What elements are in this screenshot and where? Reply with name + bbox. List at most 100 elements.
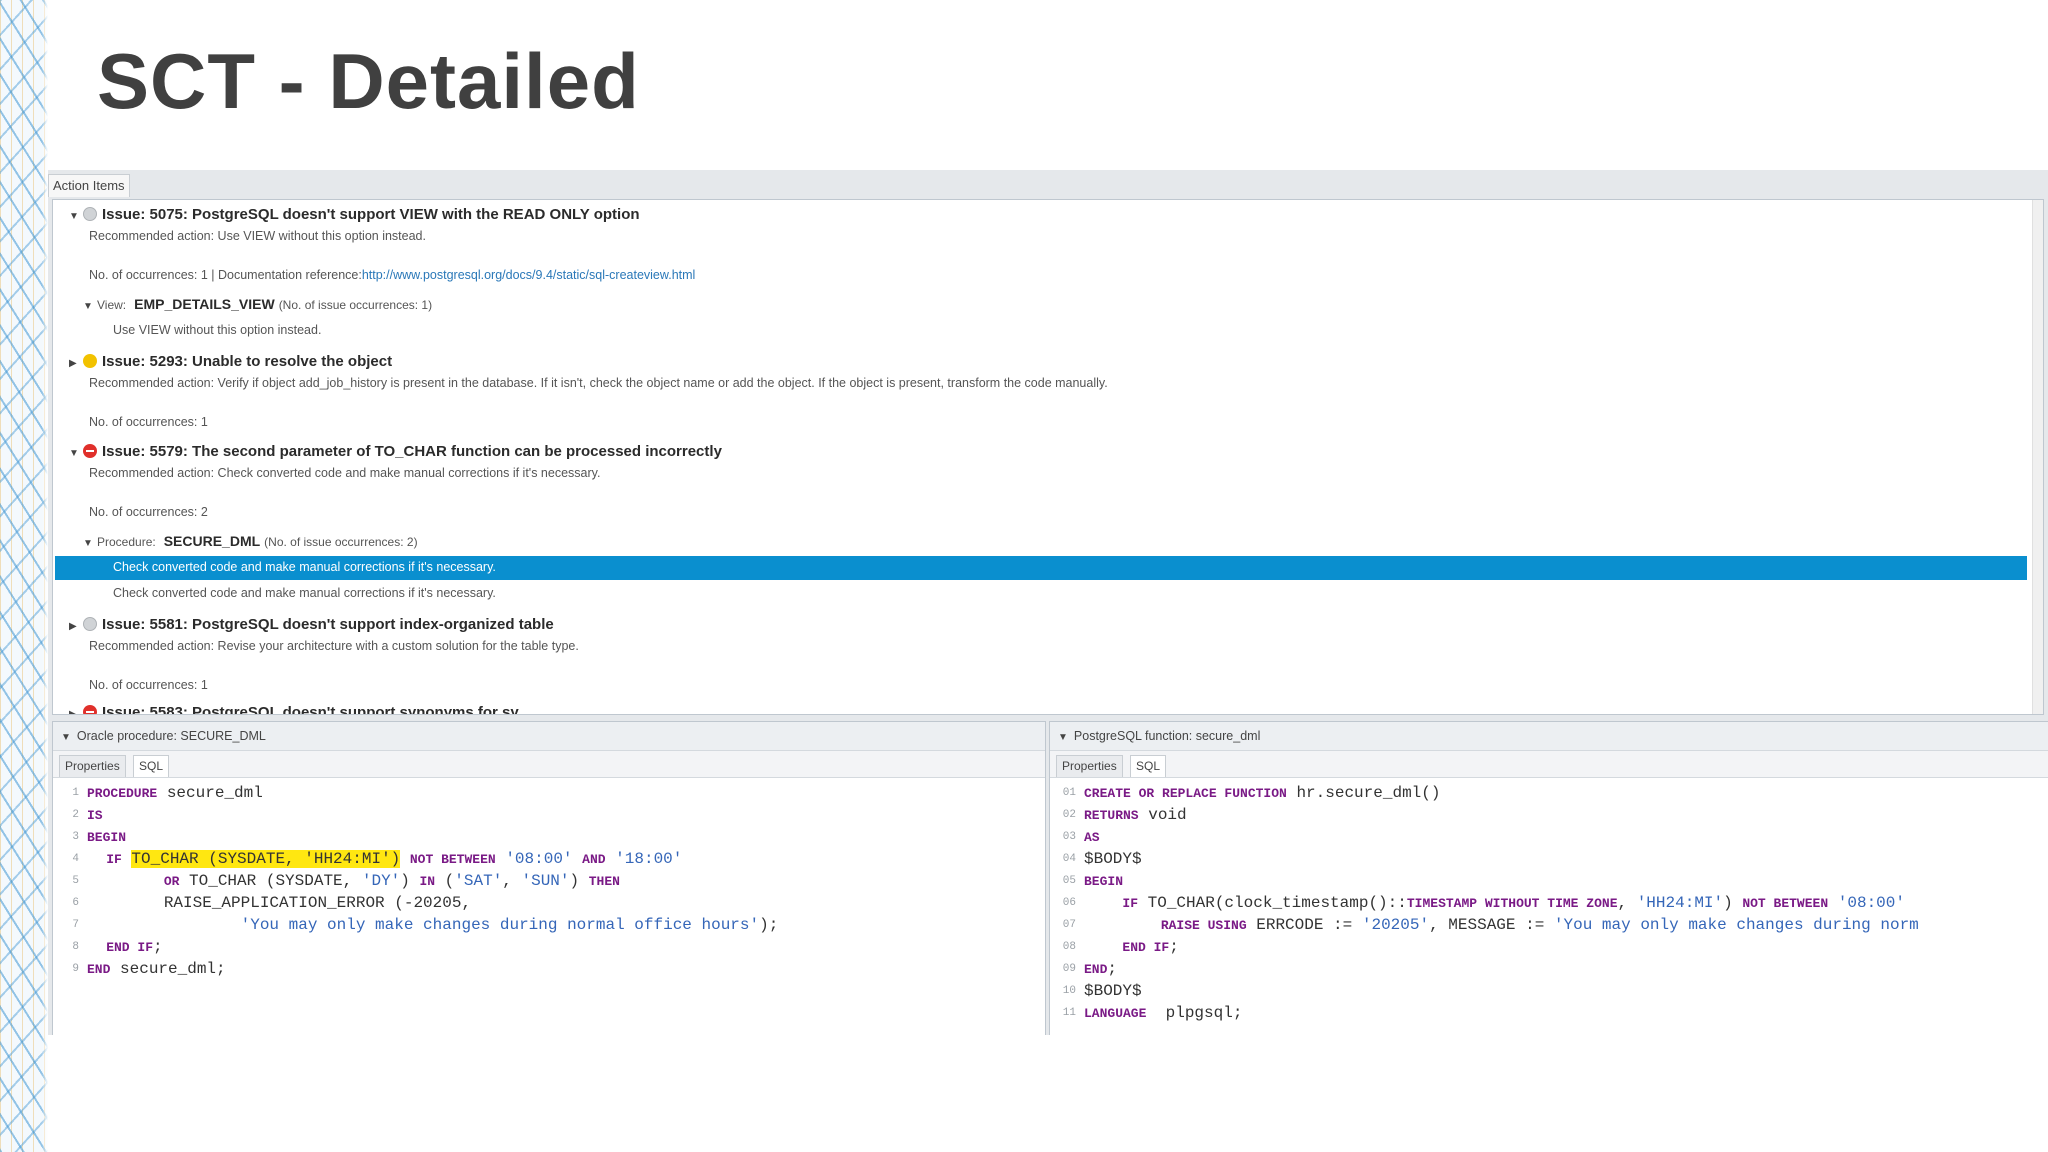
code-token: IS [87,808,103,823]
code-line: IF TO_CHAR(clock_timestamp()::TIMESTAMP … [1084,892,1905,914]
code-token: 'SAT' [454,872,503,890]
node-item[interactable]: Check converted code and make manual cor… [113,586,496,600]
code-token: '20205' [1361,916,1430,934]
code-line: END; [1084,958,1117,980]
code-token: ( [435,872,455,890]
line-number: 5 [72,875,79,887]
code-token: LANGUAGE [1084,1006,1147,1021]
vertical-scrollbar[interactable] [2032,200,2043,714]
error-icon [83,705,97,714]
issue-title: Issue: 5075: PostgreSQL doesn't support … [102,206,640,223]
code-token: ; [153,938,163,956]
issue-title: Issue: 5579: The second parameter of TO_… [102,443,722,460]
panel-header: ▼ PostgreSQL function: secure_dml [1050,722,2048,751]
code-token: 'HH24:MI' [1636,894,1724,912]
occurrences-label: No. of occurrences: 1 | Documentation re… [89,268,362,282]
documentation-link[interactable]: http://www.postgresql.org/docs/9.4/stati… [362,268,695,282]
expand-arrow-icon[interactable]: ▼ [83,538,97,549]
recommended-action: Recommended action: Revise your architec… [89,639,579,653]
code-token: '18:00' [615,850,683,868]
code-line: PROCEDURE secure_dml [87,782,263,804]
panel-tabs: Properties SQL [1050,751,2048,778]
sct-screenshot: Action Items ▼ Issue: 5075: PostgreSQL do… [48,170,2048,1035]
code-token: TO_CHAR (SYSDATE, 'HH24:MI') [131,850,401,868]
code-token: IF [1122,896,1139,911]
tree-node-view[interactable]: ▼ View: EMP_DETAILS_VIEW (No. of issue occu… [83,296,432,312]
code-token: secure_dml; [110,960,226,978]
code-token: ) [1723,894,1743,912]
collapse-arrow-icon[interactable]: ▶ [69,621,83,632]
expand-arrow-icon[interactable]: ▼ [69,211,83,222]
issue-row[interactable]: ▼ Issue: 5579: The second parameter of TO… [69,443,722,460]
issue-row[interactable]: ▶ Issue: 5583: PostgreSQL doesn't support… [69,704,530,714]
line-number: 06 [1062,897,1076,909]
node-count: (No. of issue occurrences: 2) [264,535,418,549]
code-token: void [1138,806,1187,824]
issue-row[interactable]: ▼ Issue: 5075: PostgreSQL doesn't support… [69,206,640,223]
node-type: View: [97,298,127,312]
tab-sql[interactable]: SQL [1130,755,1167,777]
code-line: AS [1084,826,1100,848]
code-line: 'You may only make changes during normal… [87,914,779,936]
code-line: END IF; [1084,936,1178,958]
tab-properties[interactable]: Properties [1056,755,1123,777]
collapse-arrow-icon[interactable]: ▼ [61,732,71,743]
code-token: $BODY$ [1084,982,1142,1000]
decorative-pattern [0,0,48,1152]
line-number: 6 [72,897,79,909]
code-token: '08:00' [1837,894,1905,912]
recommended-action: Recommended action: Verify if object add… [89,376,1108,390]
code-token: ); [759,916,779,934]
code-token: PROCEDURE [87,786,158,801]
panel-title: PostgreSQL function: secure_dml [1073,729,1261,743]
code-token: 'You may only make changes during norm [1553,916,1919,934]
code-token: ) [400,872,420,890]
node-name: SECURE_DML [163,533,261,549]
collapse-arrow-icon[interactable]: ▼ [1058,732,1068,743]
issue-row[interactable]: ▶ Issue: 5581: PostgreSQL doesn't support… [69,616,554,633]
code-token: NOT BETWEEN [1742,896,1829,911]
tab-sql[interactable]: SQL [133,755,170,777]
collapse-arrow-icon[interactable]: ▶ [69,358,83,369]
code-token: NOT BETWEEN [409,852,496,867]
expand-arrow-icon[interactable]: ▼ [69,448,83,459]
code-token: TO_CHAR(clock_timestamp():: [1138,894,1407,912]
info-icon [83,617,97,631]
code-token: END IF [1122,940,1170,955]
code-token: IF [106,852,122,867]
code-token: END [87,962,111,977]
line-number: 4 [72,853,79,865]
line-number: 04 [1062,853,1076,865]
code-line: RAISE_APPLICATION_ERROR (-20205, [87,892,471,914]
code-line: $BODY$ [1084,980,1142,1002]
issue-row[interactable]: ▶ Issue: 5293: Unable to resolve the obje… [69,353,392,370]
code-token: AND [582,852,606,867]
tree-node-procedure[interactable]: ▼ Procedure: SECURE_DML (No. of issue occur… [83,533,418,549]
code-line: LANGUAGE plpgsql; [1084,1002,1242,1024]
tab-action-items[interactable]: Action Items [48,174,130,197]
node-item[interactable]: Use VIEW without this option instead. [113,323,321,337]
tab-properties[interactable]: Properties [59,755,126,777]
recommended-action: Recommended action: Check converted code… [89,466,601,480]
line-number: 7 [72,919,79,931]
code-token: END IF [106,940,154,955]
code-token: secure_dml [157,784,263,802]
occurrences-text: No. of occurrences: 1 [89,678,208,692]
issue-title: Issue: 5581: PostgreSQL doesn't support … [102,616,554,633]
occurrences-text: No. of occurrences: 2 [89,505,208,519]
code-token: , [1617,894,1637,912]
expand-arrow-icon[interactable]: ▼ [83,301,97,312]
collapse-arrow-icon[interactable]: ▶ [69,709,83,714]
code-token: CREATE OR REPLACE FUNCTION [1084,786,1287,801]
node-item-selected[interactable]: Check converted code and make manual cor… [113,560,496,574]
recommended-action: Recommended action: Use VIEW without thi… [89,229,426,243]
panel-header: ▼ Oracle procedure: SECURE_DML [53,722,1045,751]
code-token: plpgsql; [1146,1004,1243,1022]
code-line: IS [87,804,103,826]
